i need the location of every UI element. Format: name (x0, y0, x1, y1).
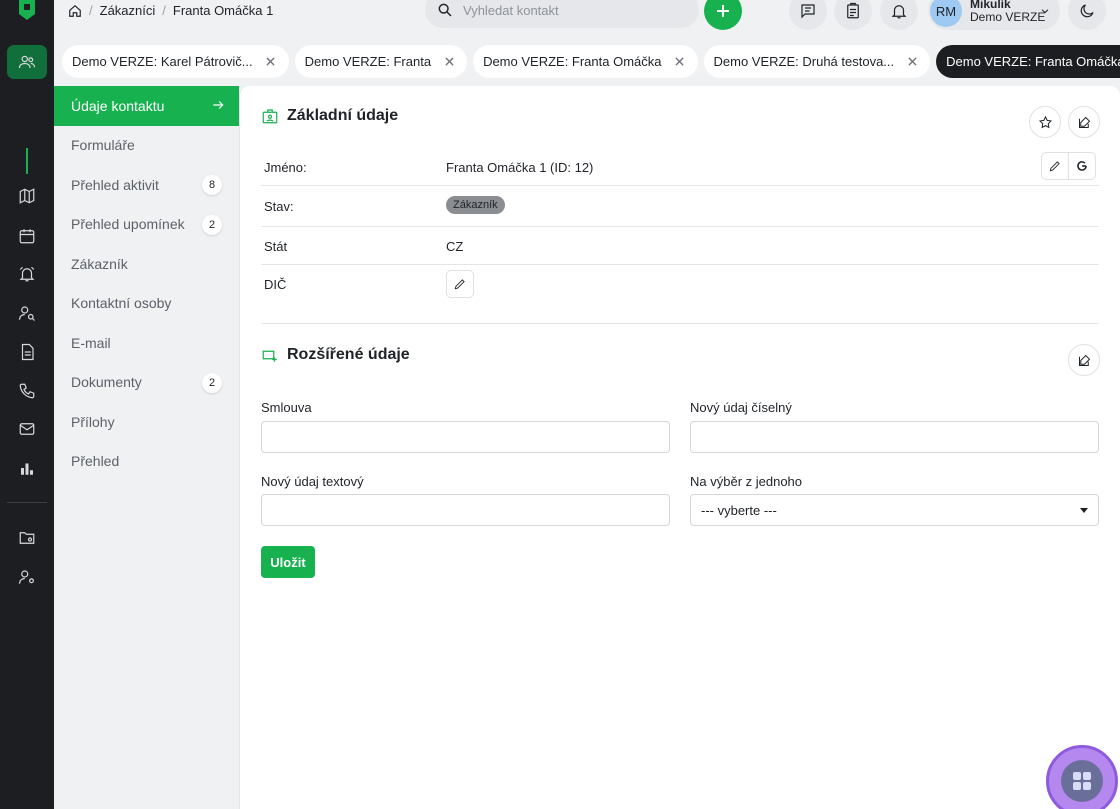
extended-section-title: Rozšířené údaje (261, 346, 410, 364)
chart-icon[interactable] (17, 458, 37, 478)
breadcrumb-item-customers[interactable]: Zákazníci (100, 3, 156, 18)
count-badge: 2 (202, 214, 222, 235)
subnav-item-contact-details[interactable]: Údaje kontaktu (54, 86, 239, 126)
edit-basic-button[interactable] (1068, 106, 1100, 138)
subnav-item-documents[interactable]: Dokumenty 2 (54, 363, 239, 403)
add-button[interactable] (704, 0, 742, 30)
edit-icon (1078, 116, 1090, 128)
field-row-country: Stát CZ (261, 227, 1099, 265)
edit-extended-button[interactable] (1068, 344, 1100, 376)
avatar: RM (930, 0, 962, 27)
alarm-icon[interactable] (17, 264, 37, 284)
edit-icon (1078, 354, 1090, 366)
subnav-item-attachments[interactable]: Přílohy (54, 402, 239, 442)
pencil-icon (454, 279, 465, 290)
edit-vat-button[interactable] (446, 270, 474, 298)
arrow-right-icon (213, 101, 224, 109)
tab-contact[interactable]: Demo VERZE: Franta Omáčka (473, 45, 698, 78)
folder-settings-icon[interactable] (17, 528, 37, 548)
select-field-label: Na výběr z jednoho (690, 474, 803, 489)
tab-contact[interactable]: Demo VERZE: Druhá testova... (703, 45, 931, 78)
clipboard-icon (847, 2, 859, 19)
grid-icon (1073, 772, 1091, 790)
calendar-icon[interactable] (17, 226, 37, 246)
subnav-item-overview[interactable]: Přehled (54, 442, 239, 482)
google-icon (1077, 161, 1087, 171)
google-search-button[interactable] (1068, 152, 1096, 180)
map-icon[interactable] (17, 186, 37, 206)
user-menu[interactable]: RM Mikulík Demo VERZE (928, 0, 1060, 30)
save-button[interactable]: Uložit (261, 546, 315, 578)
status-badge: Zákazník (446, 196, 505, 214)
tasks-button[interactable] (834, 0, 872, 30)
pencil-icon (1049, 161, 1060, 172)
plus-icon (717, 5, 729, 17)
tag-add-icon (262, 350, 277, 362)
breadcrumb-item-current: Franta Omáčka 1 (172, 3, 274, 18)
edit-name-button[interactable] (1041, 152, 1069, 180)
contact-tabs: Demo VERZE: Karel Pátrovič... Demo VERZE… (62, 45, 1120, 78)
mail-icon[interactable] (17, 419, 37, 439)
chevron-down-icon (1041, 9, 1049, 14)
user-search-icon[interactable] (17, 303, 37, 323)
favorite-button[interactable] (1029, 106, 1061, 138)
user-settings-icon[interactable] (17, 567, 37, 587)
phone-icon[interactable] (17, 381, 37, 401)
search-box[interactable] (425, 0, 699, 28)
apps-fab[interactable] (1046, 745, 1118, 809)
main-panel: Základní údaje Jméno: Franta Omáčka 1 (I… (239, 86, 1120, 809)
close-icon[interactable] (441, 54, 457, 70)
tab-contact-active[interactable]: Demo VERZE: Franta Omáčka 1 (936, 45, 1120, 78)
tab-contact[interactable]: Demo VERZE: Karel Pátrovič... (62, 45, 289, 78)
top-bar: / Zákazníci / Franta Omáčka 1 RM Mikulík… (54, 0, 1120, 38)
contact-name-value: Franta Omáčka 1 (ID: 12) (446, 160, 594, 175)
subnav-item-contact-persons[interactable]: Kontaktní osoby (54, 284, 239, 324)
subnav-item-forms[interactable]: Formuláře (54, 126, 239, 166)
app-logo[interactable] (16, 0, 38, 22)
close-icon[interactable] (263, 54, 279, 70)
star-icon (1038, 115, 1052, 128)
home-icon[interactable] (68, 4, 82, 18)
user-org: Demo VERZE (970, 10, 1046, 24)
theme-toggle-button[interactable] (1068, 0, 1106, 30)
search-input[interactable] (463, 2, 673, 18)
text-field-label: Nový údaj textový (261, 474, 364, 489)
field-row-status: Stav: Zákazník (261, 186, 1099, 227)
moon-icon (1080, 4, 1094, 18)
subnav-item-activities[interactable]: Přehled aktivit 8 (54, 165, 239, 205)
app-rail (0, 0, 54, 809)
close-icon[interactable] (904, 54, 920, 70)
field-row-name: Jméno: Franta Omáčka 1 (ID: 12) (261, 148, 1099, 186)
subnav-item-reminders[interactable]: Přehled upomínek 2 (54, 205, 239, 245)
id-card-icon (262, 109, 278, 124)
basic-section-title: Základní údaje (261, 107, 398, 125)
numeric-field-input[interactable] (690, 421, 1099, 453)
contacts-icon[interactable] (17, 52, 37, 72)
select-field[interactable]: --- vyberte --- (690, 494, 1099, 526)
country-value: CZ (446, 239, 464, 254)
chat-button[interactable] (789, 0, 827, 30)
search-icon (438, 3, 452, 17)
count-badge: 2 (202, 372, 222, 393)
contact-subnav: Údaje kontaktu Formuláře Přehled aktivit… (54, 86, 239, 809)
text-field-input[interactable] (261, 494, 670, 526)
numeric-field-label: Nový údaj číselný (690, 400, 792, 415)
field-row-vat: DIČ (261, 265, 1099, 305)
subnav-item-customer[interactable]: Zákazník (54, 244, 239, 284)
breadcrumb: / Zákazníci / Franta Omáčka 1 (68, 3, 273, 18)
contract-input[interactable] (261, 421, 670, 453)
tab-contact[interactable]: Demo VERZE: Franta (294, 45, 468, 78)
alarm-icon (891, 5, 907, 19)
caret-down-icon (1080, 508, 1088, 513)
count-badge: 8 (202, 175, 222, 195)
contract-label: Smlouva (261, 400, 312, 415)
document-icon[interactable] (17, 342, 37, 362)
chat-icon (801, 4, 815, 19)
close-icon[interactable] (672, 54, 688, 70)
reminders-button[interactable] (880, 0, 918, 30)
subnav-item-email[interactable]: E-mail (54, 323, 239, 363)
